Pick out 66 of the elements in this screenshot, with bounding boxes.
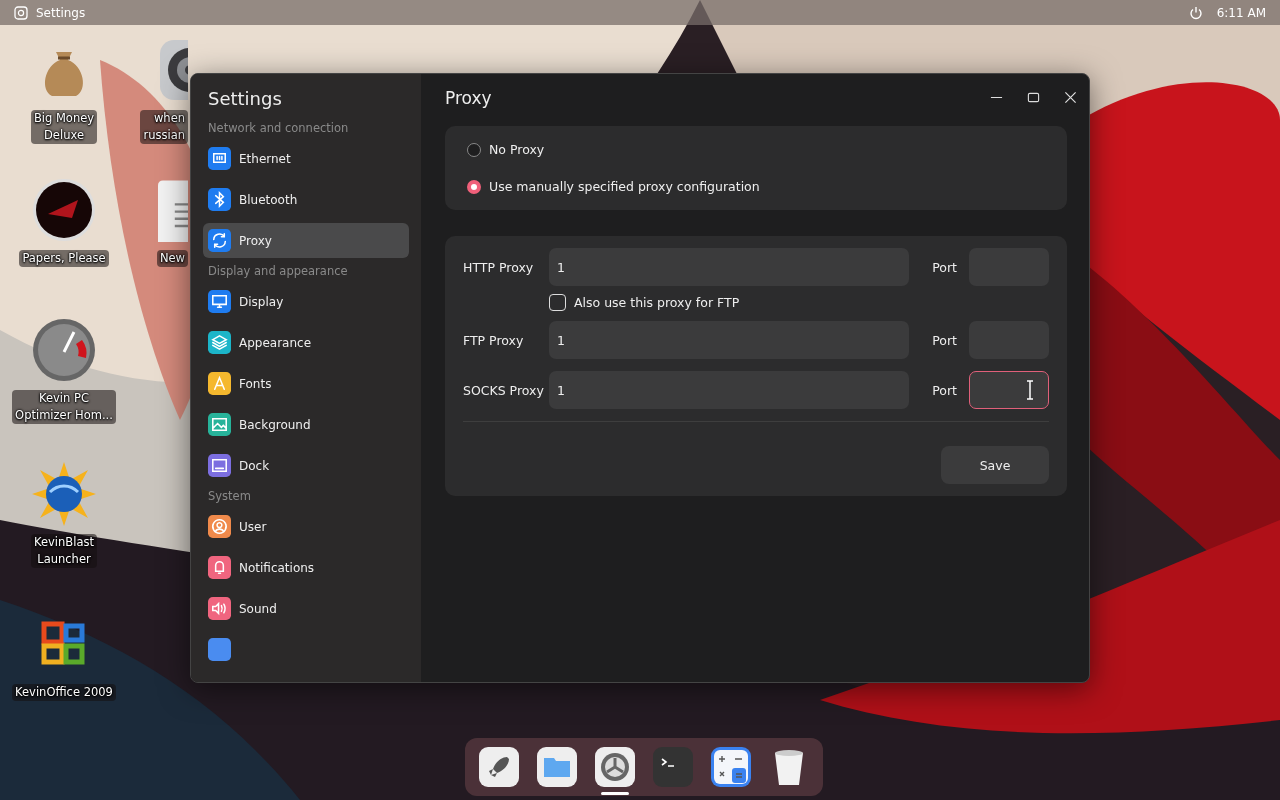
section-heading: System <box>208 489 252 503</box>
emblem-icon[interactable] <box>32 178 96 242</box>
page-title: Proxy <box>445 87 492 108</box>
proxy-host-field[interactable]: 1 <box>549 248 909 286</box>
sidebar-item[interactable]: Proxy <box>203 223 409 258</box>
proxy-host-field[interactable]: 1 <box>549 371 909 409</box>
sidebar-item[interactable]: Bluetooth <box>203 182 409 217</box>
checkbox[interactable] <box>549 294 566 311</box>
radio-label[interactable]: No Proxy <box>489 142 545 157</box>
section-heading: Display and appearance <box>208 264 349 278</box>
user-icon <box>208 515 231 538</box>
ethernet-icon <box>208 147 231 170</box>
radio-button[interactable] <box>467 142 481 157</box>
desktop-icon-label[interactable]: KevinBlast Launcher <box>31 534 97 568</box>
maximize-icon[interactable] <box>1027 90 1040 104</box>
document-icon[interactable] <box>158 178 188 242</box>
window-title: Settings <box>208 88 283 109</box>
radio-label[interactable]: Use manually specified proxy configuration <box>489 179 760 194</box>
app-title: Settings <box>36 5 86 20</box>
desktop-icon-label[interactable]: New <box>156 250 188 267</box>
section-heading: Network and connection <box>208 121 350 135</box>
save-button[interactable]: Save <box>941 446 1049 484</box>
proxy-host-field[interactable]: 1 <box>549 321 909 359</box>
sidebar-item[interactable]: Display <box>203 284 409 319</box>
gear-icon[interactable] <box>158 38 188 102</box>
sidebar-item[interactable]: Ethernet <box>203 141 409 176</box>
font-icon <box>208 372 231 395</box>
gauge-icon[interactable] <box>32 318 96 382</box>
folder-icon[interactable] <box>537 747 577 787</box>
close-icon[interactable] <box>1064 90 1077 104</box>
sidebar-item[interactable]: Fonts <box>203 366 409 401</box>
clock: 6:11 AM <box>1216 5 1266 20</box>
field-label: FTP Proxy <box>463 332 525 348</box>
field-label: Port <box>931 332 958 348</box>
sidebar-item[interactable]: User <box>203 509 409 544</box>
dock-icon <box>208 454 231 477</box>
field-label: Port <box>931 382 958 398</box>
desktop-icon-label[interactable]: Papers, Please <box>19 250 109 267</box>
sync-icon <box>208 229 231 252</box>
radio-button[interactable] <box>467 179 481 194</box>
sidebar-item[interactable]: Background <box>203 407 409 442</box>
desktop-icon-label[interactable]: Big Money Deluxe <box>30 110 98 144</box>
calculator-icon[interactable] <box>711 747 751 787</box>
field-label: HTTP Proxy <box>463 259 535 275</box>
desktop-icon-label[interactable]: when russian <box>140 110 188 144</box>
port-field[interactable] <box>969 371 1049 409</box>
sun-globe-icon[interactable] <box>32 462 96 526</box>
bell-icon <box>208 556 231 579</box>
monitor-icon <box>208 290 231 313</box>
field-label: Port <box>931 259 958 275</box>
sidebar-item[interactable]: Appearance <box>203 325 409 360</box>
sidebar-item[interactable]: Sound <box>203 591 409 626</box>
sidebar-item[interactable]: Notifications <box>203 550 409 585</box>
rocket-icon[interactable] <box>479 747 519 787</box>
text-cursor-icon <box>1026 380 1034 400</box>
desktop-icon-label[interactable]: KevinOffice 2009 <box>12 684 116 701</box>
desktop-icon-label[interactable]: Kevin PC Optimizer Hom... <box>12 390 116 424</box>
layers-icon <box>208 331 231 354</box>
bluetooth-icon <box>208 188 231 211</box>
power-icon[interactable] <box>1188 5 1203 20</box>
checkbox-label[interactable]: Also use this proxy for FTP <box>574 295 740 310</box>
image-icon <box>208 413 231 436</box>
field-label: SOCKS Proxy <box>463 382 545 398</box>
speaker-icon <box>208 597 231 620</box>
sidebar-item[interactable]: Dock <box>203 448 409 483</box>
dock-item[interactable] <box>595 747 635 795</box>
